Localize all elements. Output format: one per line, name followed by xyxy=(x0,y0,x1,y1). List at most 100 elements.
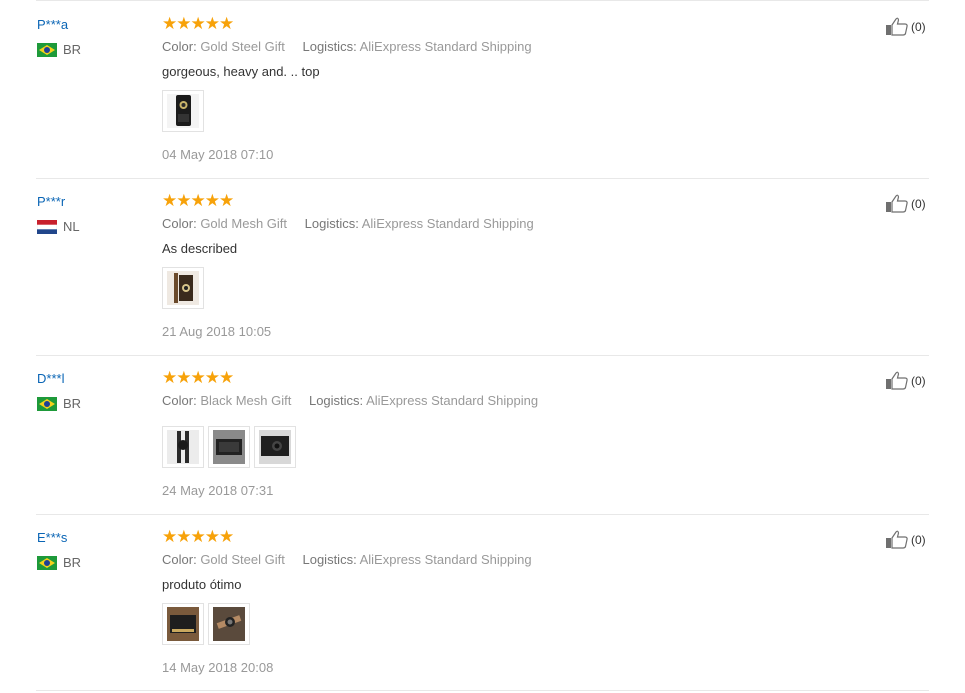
color-label: Color: xyxy=(162,39,197,54)
star-icon: ★ xyxy=(219,527,234,546)
star-icon: ★ xyxy=(190,527,206,546)
brazil-flag-icon xyxy=(37,555,57,570)
star-rating: ★ ★ ★ ★ ★ xyxy=(162,527,234,546)
reviewer-country: BR xyxy=(37,396,81,411)
helpful-button[interactable]: (0) xyxy=(885,530,926,550)
star-icon: ★ xyxy=(190,14,206,33)
star-icon: ★ xyxy=(162,14,177,33)
star-rating: ★ ★ ★ ★ ★ xyxy=(162,368,234,387)
review-divider xyxy=(36,514,929,515)
star-icon: ★ xyxy=(162,527,177,546)
review-meta: Color: Gold Steel Gift Logistics: AliExp… xyxy=(162,39,532,54)
reviewer-country: BR xyxy=(37,42,81,57)
thumbs-up-icon xyxy=(886,17,908,36)
box-photo xyxy=(167,607,199,641)
star-rating: ★ ★ ★ ★ ★ xyxy=(162,191,234,210)
star-icon: ★ xyxy=(204,14,220,33)
star-icon: ★ xyxy=(176,527,191,546)
reviewer-name[interactable]: P***a xyxy=(37,17,68,32)
helpful-count: (0) xyxy=(911,197,926,211)
review-divider xyxy=(36,178,929,179)
country-code: BR xyxy=(63,555,82,570)
brazil-flag-icon xyxy=(37,42,57,57)
star-icon: ★ xyxy=(204,191,220,210)
review-image-thumbnail[interactable] xyxy=(162,603,204,645)
review-image-thumbnail[interactable] xyxy=(162,426,204,468)
review-date: 21 Aug 2018 10:05 xyxy=(162,324,272,339)
review-text: produto ótimo xyxy=(162,577,242,592)
review-meta: Color: Gold Steel Gift Logistics: AliExp… xyxy=(162,552,532,567)
star-icon: ★ xyxy=(176,14,191,33)
logistics-label: Logistics: xyxy=(304,216,359,231)
review-date: 14 May 2018 20:08 xyxy=(162,660,274,675)
box-photo xyxy=(213,430,245,464)
review-image-thumbnail[interactable] xyxy=(162,90,204,132)
review-date: 24 May 2018 07:31 xyxy=(162,483,274,498)
logistics-value: AliExpress Standard Shipping xyxy=(359,552,532,567)
watch-in-hand-photo xyxy=(213,607,245,641)
color-value: Gold Mesh Gift xyxy=(200,216,288,231)
logistics-value: AliExpress Standard Shipping xyxy=(366,393,539,408)
review-image-thumbnail[interactable] xyxy=(208,603,250,645)
helpful-count: (0) xyxy=(911,533,926,547)
thumbs-up-icon xyxy=(886,194,908,213)
logistics-label: Logistics: xyxy=(308,393,364,408)
top-divider xyxy=(36,0,929,1)
star-icon: ★ xyxy=(162,191,177,210)
reviewer-name[interactable]: E***s xyxy=(37,530,67,545)
review-date: 04 May 2018 07:10 xyxy=(162,147,274,162)
logistics-label: Logistics: xyxy=(302,552,357,567)
star-icon: ★ xyxy=(190,368,206,387)
color-label: Color: xyxy=(162,393,197,408)
watch-photo xyxy=(167,271,199,305)
star-icon: ★ xyxy=(176,191,191,210)
review-images xyxy=(162,90,208,132)
netherlands-flag-icon xyxy=(36,219,58,234)
reviewer-country: NL xyxy=(36,219,80,234)
star-icon: ★ xyxy=(162,368,177,387)
country-code: NL xyxy=(63,219,80,234)
star-rating: ★ ★ ★ ★ ★ xyxy=(162,14,234,33)
review-divider xyxy=(36,355,929,356)
watch-box-photo xyxy=(167,94,199,128)
brazil-flag-icon xyxy=(37,396,57,411)
review-image-thumbnail[interactable] xyxy=(162,267,204,309)
reviewer-name[interactable]: P***r xyxy=(37,194,65,209)
review-image-thumbnail[interactable] xyxy=(208,426,250,468)
star-icon: ★ xyxy=(219,191,234,210)
helpful-button[interactable]: (0) xyxy=(885,371,926,391)
helpful-count: (0) xyxy=(911,20,926,34)
star-icon: ★ xyxy=(219,368,234,387)
color-label: Color: xyxy=(162,216,197,231)
review-images xyxy=(162,603,254,645)
review-divider xyxy=(36,690,929,691)
review-meta: Color: Black Mesh Gift Logistics: AliExp… xyxy=(162,393,538,408)
review-meta: Color: Gold Mesh Gift Logistics: AliExpr… xyxy=(162,216,534,231)
color-label: Color: xyxy=(162,552,197,567)
star-icon: ★ xyxy=(219,14,234,33)
color-value: Gold Steel Gift xyxy=(200,39,285,54)
review-text: As described xyxy=(162,241,238,256)
logistics-value: AliExpress Standard Shipping xyxy=(361,216,534,231)
review-images xyxy=(162,267,208,309)
helpful-button[interactable]: (0) xyxy=(885,194,926,214)
thumbs-up-icon xyxy=(886,371,908,390)
star-icon: ★ xyxy=(190,191,206,210)
color-value: Gold Steel Gift xyxy=(200,552,285,567)
review-image-thumbnail[interactable] xyxy=(254,426,296,468)
logistics-label: Logistics: xyxy=(302,39,357,54)
country-code: BR xyxy=(63,42,82,57)
review-text: gorgeous, heavy and. .. top xyxy=(162,64,320,79)
watch-in-box-photo xyxy=(259,430,291,464)
star-icon: ★ xyxy=(204,527,220,546)
review-images xyxy=(162,426,300,468)
thumbs-up-icon xyxy=(886,530,908,549)
logistics-value: AliExpress Standard Shipping xyxy=(359,39,532,54)
reviewer-country: BR xyxy=(37,555,81,570)
reviewer-name[interactable]: D***l xyxy=(37,371,64,386)
star-icon: ★ xyxy=(204,368,220,387)
country-code: BR xyxy=(63,396,82,411)
helpful-count: (0) xyxy=(911,374,926,388)
watch-photo xyxy=(167,430,199,464)
helpful-button[interactable]: (0) xyxy=(885,17,926,37)
